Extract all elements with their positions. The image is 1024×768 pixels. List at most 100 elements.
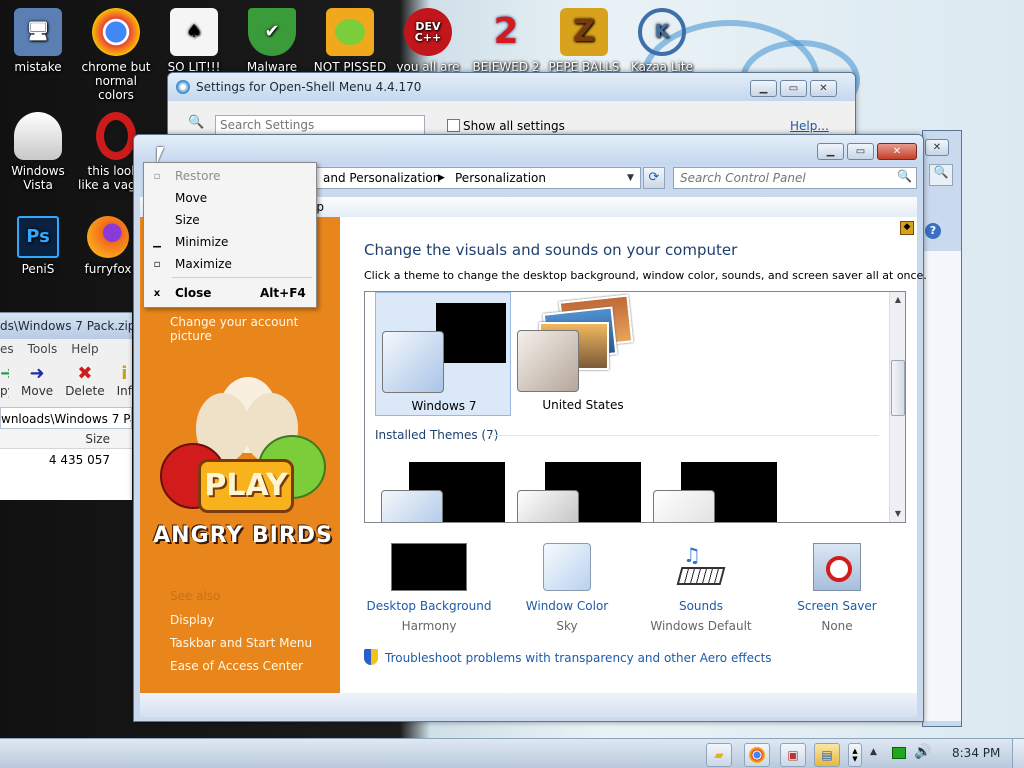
delete-x-icon: ✖ — [77, 363, 93, 384]
help-icon[interactable]: ? — [925, 223, 941, 239]
network-icon[interactable] — [892, 747, 906, 759]
copy-button[interactable]: ➜py — [0, 363, 9, 407]
desktop-icon-malware[interactable]: ✔ Malware — [234, 8, 310, 74]
volume-icon[interactable]: 🔊 — [914, 744, 931, 760]
firefox-icon — [87, 216, 129, 258]
background-close-button[interactable]: ✕ — [925, 139, 949, 156]
folder-icon: ▰ — [714, 748, 724, 762]
theme-preview-background — [436, 303, 506, 363]
theme-item-windows-7[interactable]: Windows 7 — [375, 292, 511, 416]
menu-item-maximize[interactable]: ▫ Maximize — [144, 253, 316, 275]
window-color-item[interactable]: Window Color Sky — [502, 543, 632, 633]
address-dropdown-icon[interactable]: ▼ — [627, 168, 634, 188]
row-size: 4 435 057 — [48, 453, 110, 467]
openshell-title: Settings for Open-Shell Menu 4.4.170 — [196, 80, 422, 94]
scroll-up-arrow-icon[interactable]: ▲ — [890, 292, 905, 308]
desktop-icon-mistake[interactable]: 🖥 mistake — [0, 8, 76, 74]
desktop-icon-not-pissed[interactable]: NOT PISSED — [312, 8, 388, 74]
taskbar-app-button[interactable]: ▣ — [780, 743, 806, 767]
menu-item-move[interactable]: Move — [144, 187, 316, 209]
angry-birds-pig-icon — [326, 8, 374, 56]
minimize-button[interactable]: ▁ — [817, 143, 844, 160]
taskbar-clock[interactable]: 8:34 PM — [952, 746, 1000, 760]
theme-list-scrollbar[interactable]: ▲ ▼ — [889, 292, 905, 522]
help-link[interactable]: Help... — [790, 119, 829, 133]
menu-item[interactable]: es — [0, 342, 14, 356]
theme-preview-window — [382, 331, 444, 393]
angry-birds-banner: PLAY ANGRY BIRDS — [148, 377, 338, 597]
breadcrumb-current[interactable]: Personalization — [455, 168, 546, 188]
photoshop-icon: Ps — [17, 216, 59, 258]
menu-item-minimize[interactable]: ▁ Minimize — [144, 231, 316, 253]
sidebar-account-link[interactable]: Change your account picture — [170, 315, 340, 343]
taskbar-control-panel-button[interactable]: ▤ — [814, 743, 840, 767]
archive-address[interactable]: wnloads\Windows 7 Pack — [0, 407, 132, 429]
search-icon: 🔍 — [897, 169, 912, 183]
archive-row[interactable]: 4 435 057 — [0, 449, 132, 471]
info-button[interactable]: i Inf — [117, 363, 132, 407]
theme-preview-window — [517, 330, 579, 392]
desktop-icon-pepe-balls[interactable]: Z PEPE BALLS — [546, 8, 622, 74]
sounds-item[interactable]: ♫ Sounds Windows Default — [636, 543, 766, 633]
control-panel-search-input[interactable] — [674, 168, 884, 188]
play-button[interactable]: PLAY — [198, 459, 294, 513]
taskbar-scroll-button[interactable]: ▲ ▼ — [848, 743, 862, 767]
desktop-background-item[interactable]: Desktop Background Harmony — [364, 543, 494, 633]
taskbar-explorer-button[interactable]: ▰ — [706, 743, 732, 767]
scroll-down-arrow-icon[interactable]: ▼ — [890, 506, 905, 522]
personalization-title-bar[interactable] — [134, 135, 923, 165]
background-pane — [923, 251, 961, 721]
scroll-thumb[interactable] — [891, 360, 905, 416]
sounds-icon: ♫ — [676, 543, 726, 591]
desktop-icon-windows-vista[interactable]: Windows Vista — [0, 112, 76, 192]
menu-item-restore[interactable]: ▫ Restore — [144, 165, 316, 187]
menu-item[interactable]: Tools — [28, 342, 58, 356]
desktop-icon-label: chrome but normal colors — [81, 60, 151, 102]
desktop-icon-bejeweled[interactable]: 2 BEJEWED 2 — [468, 8, 544, 75]
move-arrow-icon: ➜ — [29, 363, 45, 384]
close-button[interactable]: ✕ — [877, 143, 917, 160]
search-box[interactable]: 🔍 — [673, 167, 917, 189]
tray-expand-icon[interactable]: ▲ — [870, 747, 877, 757]
minimize-button[interactable]: ▁ — [750, 80, 777, 97]
installed-themes-divider — [489, 435, 879, 436]
taskbar-chrome-button[interactable] — [744, 743, 770, 767]
music-note-icon: ♫ — [683, 543, 701, 567]
sidebar-item-display[interactable]: Display — [170, 613, 214, 627]
delete-button[interactable]: ✖ Delete — [65, 363, 104, 407]
theme-item-installed[interactable] — [515, 462, 641, 522]
refresh-button[interactable]: ⟳ — [643, 167, 665, 189]
background-search-button[interactable]: 🔍 — [929, 164, 953, 186]
theme-item-united-states[interactable]: United States — [515, 292, 651, 416]
sidebar-item-taskbar[interactable]: Taskbar and Start Menu — [170, 636, 312, 650]
column-size[interactable]: Size — [85, 432, 110, 446]
maximize-button[interactable]: ▭ — [847, 143, 874, 160]
breadcrumb-separator-icon: ▶ — [438, 173, 445, 183]
desktop-icon-firefox[interactable]: furryfox — [78, 216, 138, 276]
address-bar[interactable]: and Personalization ▶ Personalization ▼ — [316, 167, 641, 189]
desktop-icon-kazaa[interactable]: K Kazaa Lite — [624, 8, 700, 74]
breadcrumb-parent[interactable]: and Personalization — [323, 168, 440, 188]
show-all-checkbox[interactable] — [447, 119, 460, 132]
menu-item-close[interactable]: x Close Alt+F4 — [144, 282, 316, 304]
openshell-search-input[interactable] — [215, 115, 425, 135]
desktop-icon-chrome[interactable]: chrome but normal colors — [78, 8, 154, 102]
move-button[interactable]: ➜ Move — [21, 363, 53, 407]
theme-item-installed[interactable] — [379, 462, 505, 522]
keyboard-icon — [676, 567, 726, 585]
theme-item-installed[interactable] — [651, 462, 777, 522]
desktop-icon-devcpp[interactable]: DEV C++ you all are — [390, 8, 466, 74]
menu-item[interactable]: Help — [71, 342, 98, 356]
desktop-icon-photoshop[interactable]: Ps PeniS — [0, 216, 76, 276]
menu-item-size[interactable]: Size — [144, 209, 316, 231]
vista-icon — [14, 112, 62, 160]
sidebar-item-ease-of-access[interactable]: Ease of Access Center — [170, 659, 303, 673]
help-icon[interactable]: ◆ — [900, 221, 914, 235]
menu-item-label: Minimize — [175, 235, 229, 249]
show-desktop-button[interactable] — [1012, 739, 1024, 768]
archive-column-header: Size — [0, 429, 132, 449]
close-button[interactable]: ✕ — [810, 80, 837, 97]
troubleshoot-link[interactable]: Troubleshoot problems with transparency … — [385, 651, 772, 665]
screen-saver-item[interactable]: Screen Saver None — [772, 543, 902, 633]
maximize-button[interactable]: ▭ — [780, 80, 807, 97]
